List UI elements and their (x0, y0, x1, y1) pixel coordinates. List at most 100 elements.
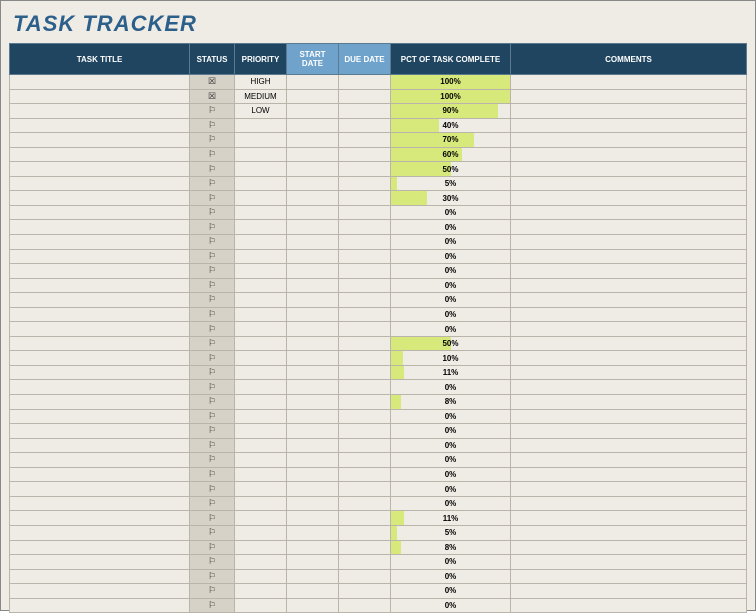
cell-priority[interactable] (235, 395, 287, 410)
table-row[interactable]: ⚐50% (10, 162, 747, 177)
cell-due-date[interactable] (339, 104, 391, 119)
cell-priority[interactable] (235, 191, 287, 206)
cell-due-date[interactable] (339, 278, 391, 293)
cell-task-title[interactable] (10, 89, 190, 104)
cell-comments[interactable] (511, 467, 747, 482)
cell-priority[interactable] (235, 555, 287, 570)
cell-comments[interactable] (511, 496, 747, 511)
cell-task-title[interactable] (10, 147, 190, 162)
cell-task-title[interactable] (10, 351, 190, 366)
cell-comments[interactable] (511, 584, 747, 599)
cell-comments[interactable] (511, 118, 747, 133)
flag-icon[interactable]: ⚐ (190, 555, 235, 570)
table-row[interactable]: ⚐0% (10, 467, 747, 482)
cell-priority[interactable] (235, 569, 287, 584)
cell-priority[interactable] (235, 438, 287, 453)
col-start-date[interactable]: START DATE (287, 44, 339, 75)
table-row[interactable]: ⚐0% (10, 220, 747, 235)
cell-pct-complete[interactable]: 11% (391, 511, 511, 526)
cell-start-date[interactable] (287, 205, 339, 220)
table-row[interactable]: ⚐ 0% (10, 555, 747, 570)
cell-pct-complete[interactable]: 0% (391, 555, 511, 570)
cell-comments[interactable] (511, 511, 747, 526)
table-row[interactable]: ⚐0% (10, 409, 747, 424)
cell-start-date[interactable] (287, 118, 339, 133)
flag-icon[interactable]: ⚐ (190, 293, 235, 308)
cell-due-date[interactable] (339, 264, 391, 279)
cell-start-date[interactable] (287, 104, 339, 119)
cell-due-date[interactable] (339, 220, 391, 235)
cell-task-title[interactable] (10, 75, 190, 90)
cell-task-title[interactable] (10, 467, 190, 482)
col-task-title[interactable]: TASK TITLE (10, 44, 190, 75)
table-row[interactable]: ⚐5% (10, 525, 747, 540)
table-row[interactable]: ⚐0% (10, 569, 747, 584)
cell-priority[interactable] (235, 496, 287, 511)
cell-task-title[interactable] (10, 220, 190, 235)
cell-task-title[interactable] (10, 133, 190, 148)
cell-priority[interactable] (235, 264, 287, 279)
cell-priority[interactable] (235, 162, 287, 177)
table-row[interactable]: ⚐0% (10, 496, 747, 511)
cell-due-date[interactable] (339, 482, 391, 497)
cell-pct-complete[interactable]: 0% (391, 220, 511, 235)
cell-due-date[interactable] (339, 147, 391, 162)
cell-priority[interactable] (235, 467, 287, 482)
cell-pct-complete[interactable]: 0% (391, 293, 511, 308)
cell-due-date[interactable] (339, 395, 391, 410)
cell-due-date[interactable] (339, 235, 391, 250)
cell-priority[interactable] (235, 424, 287, 439)
cell-priority[interactable] (235, 540, 287, 555)
cell-task-title[interactable] (10, 264, 190, 279)
cell-start-date[interactable] (287, 147, 339, 162)
cell-pct-complete[interactable]: 8% (391, 395, 511, 410)
cell-due-date[interactable] (339, 453, 391, 468)
table-row[interactable]: ⚐ 60% (10, 147, 747, 162)
flag-icon[interactable]: ⚐ (190, 351, 235, 366)
cell-due-date[interactable] (339, 205, 391, 220)
cell-priority[interactable] (235, 380, 287, 395)
cell-pct-complete[interactable]: 0% (391, 235, 511, 250)
cell-comments[interactable] (511, 205, 747, 220)
col-due-date[interactable]: DUE DATE (339, 44, 391, 75)
cell-comments[interactable] (511, 307, 747, 322)
cell-pct-complete[interactable]: 70% (391, 133, 511, 148)
cell-pct-complete[interactable]: 0% (391, 322, 511, 337)
cell-task-title[interactable] (10, 584, 190, 599)
cell-pct-complete[interactable]: 5% (391, 525, 511, 540)
flag-icon[interactable]: ⚐ (190, 322, 235, 337)
cell-task-title[interactable] (10, 424, 190, 439)
cell-priority[interactable] (235, 511, 287, 526)
cell-pct-complete[interactable]: 8% (391, 540, 511, 555)
cell-start-date[interactable] (287, 191, 339, 206)
table-row[interactable]: ⚐0% (10, 278, 747, 293)
flag-icon[interactable]: ⚐ (190, 147, 235, 162)
cell-priority[interactable]: MEDIUM (235, 89, 287, 104)
cell-task-title[interactable] (10, 496, 190, 511)
cell-comments[interactable] (511, 162, 747, 177)
cell-task-title[interactable] (10, 322, 190, 337)
cell-start-date[interactable] (287, 496, 339, 511)
cell-due-date[interactable] (339, 322, 391, 337)
table-row[interactable]: ⚐0% (10, 307, 747, 322)
table-row[interactable]: ⚐ 0% (10, 322, 747, 337)
cell-pct-complete[interactable]: 0% (391, 467, 511, 482)
cell-priority[interactable] (235, 336, 287, 351)
cell-comments[interactable] (511, 555, 747, 570)
cell-priority[interactable]: LOW (235, 104, 287, 119)
cell-start-date[interactable] (287, 220, 339, 235)
cell-start-date[interactable] (287, 525, 339, 540)
cell-pct-complete[interactable]: 60% (391, 147, 511, 162)
flag-icon[interactable]: ⚐ (190, 205, 235, 220)
cell-start-date[interactable] (287, 584, 339, 599)
cell-start-date[interactable] (287, 380, 339, 395)
cell-priority[interactable] (235, 482, 287, 497)
cell-start-date[interactable] (287, 395, 339, 410)
flag-icon[interactable]: ⚐ (190, 336, 235, 351)
flag-icon[interactable]: ⚐ (190, 395, 235, 410)
cell-task-title[interactable] (10, 482, 190, 497)
cell-comments[interactable] (511, 569, 747, 584)
cell-task-title[interactable] (10, 278, 190, 293)
cell-due-date[interactable] (339, 438, 391, 453)
cell-task-title[interactable] (10, 249, 190, 264)
